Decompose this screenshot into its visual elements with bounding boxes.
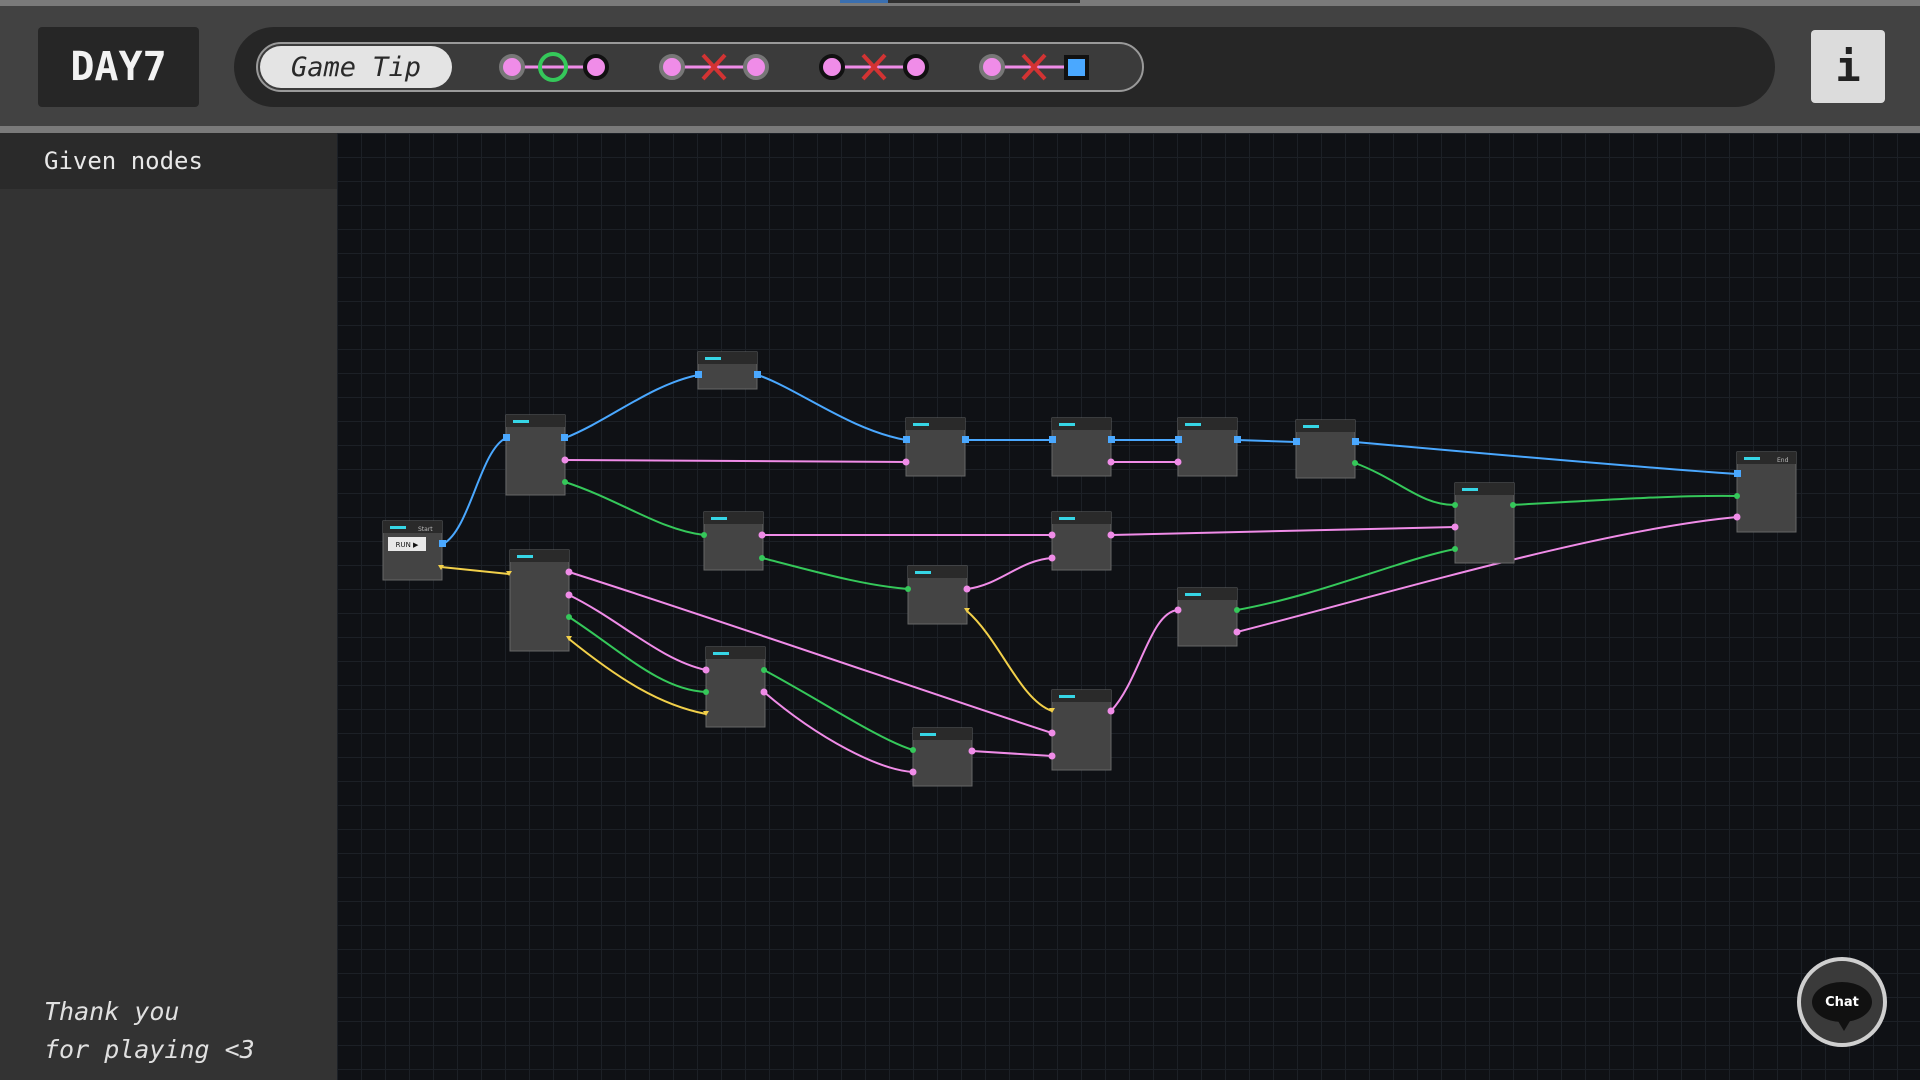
wire-blue	[757, 374, 907, 441]
node[interactable]	[1177, 417, 1238, 477]
node[interactable]	[1051, 511, 1112, 571]
chat-button[interactable]: Chat	[1797, 957, 1887, 1047]
wire-pink	[971, 750, 1053, 757]
node[interactable]	[1051, 689, 1112, 771]
wire-blue	[1236, 439, 1297, 443]
node[interactable]	[905, 417, 966, 477]
wire-pink	[568, 594, 707, 671]
svg-text:End: End	[1777, 457, 1789, 464]
wire-green	[1354, 462, 1456, 506]
node[interactable]	[703, 511, 764, 571]
node[interactable]	[505, 414, 566, 496]
wire-pink	[763, 691, 914, 773]
node[interactable]	[509, 549, 570, 652]
wire-pink	[1110, 526, 1456, 536]
node[interactable]	[1177, 587, 1238, 647]
wire-yellow	[440, 566, 510, 575]
node[interactable]	[912, 727, 973, 787]
wire-blue	[564, 374, 699, 439]
node-end[interactable]: End	[1736, 451, 1797, 533]
wire-blue	[1354, 441, 1738, 475]
wire-pink	[966, 557, 1053, 590]
wire-pink	[568, 571, 1053, 734]
wire-blue	[442, 437, 507, 545]
wire-green	[564, 481, 705, 536]
node-start[interactable]: RUN ▶ Start	[382, 520, 443, 581]
chat-label: Chat	[1825, 994, 1859, 1010]
wire-yellow	[966, 610, 1053, 712]
svg-text:RUN ▶: RUN ▶	[396, 541, 419, 549]
chat-bubble-icon: Chat	[1812, 982, 1872, 1031]
wire-green	[761, 557, 909, 590]
wire-pink	[1110, 609, 1179, 712]
node[interactable]	[697, 351, 758, 390]
node[interactable]	[1454, 482, 1515, 564]
wire-green	[1512, 494, 1738, 506]
node[interactable]	[1295, 419, 1356, 479]
node[interactable]	[705, 646, 766, 728]
wire-yellow	[568, 638, 707, 715]
wire-pink	[564, 459, 907, 463]
wire-green	[1236, 548, 1456, 611]
svg-text:Start: Start	[418, 526, 433, 533]
node[interactable]	[907, 565, 968, 625]
node[interactable]	[1051, 417, 1112, 477]
node-graph: RUN ▶ Start End	[382, 351, 1797, 787]
